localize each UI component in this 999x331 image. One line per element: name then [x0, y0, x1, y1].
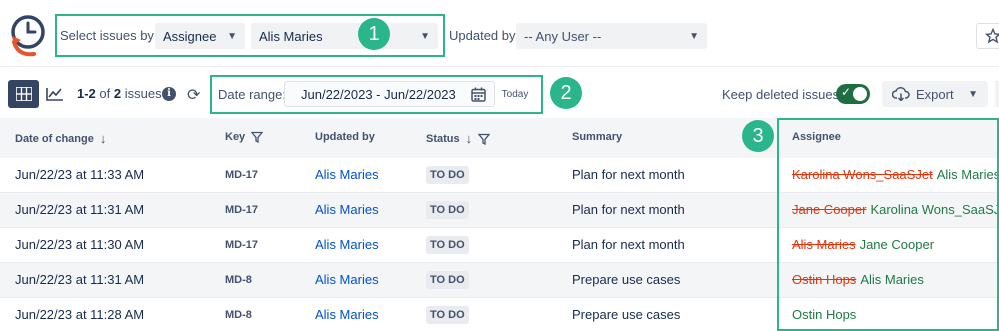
header-status[interactable]: Status ↓ [426, 131, 491, 146]
annotation-box-2 [210, 75, 543, 114]
header-date-of-change[interactable]: Date of change ↓ [15, 131, 106, 146]
cell-key[interactable]: MD-8 [225, 309, 252, 321]
updated-by-dropdown[interactable]: -- Any User -- ▼ [516, 23, 707, 49]
export-button[interactable]: Export ▼ [882, 81, 988, 107]
cell-date: Jun/22/23 at 11:28 AM [15, 307, 145, 322]
header-summary[interactable]: Summary [572, 131, 622, 143]
annotation-badge-1: 1 [358, 18, 390, 50]
sort-down-icon[interactable]: ↓ [100, 131, 107, 146]
issue-count-total: 2 [113, 86, 122, 101]
cell-updated-by[interactable]: Alis Maries [315, 272, 379, 287]
annotation-badge-3: 3 [742, 120, 774, 152]
cell-summary: Prepare use cases [572, 272, 681, 287]
issue-count-suffix: issues [124, 86, 162, 101]
cell-date: Jun/22/23 at 11:33 AM [15, 167, 145, 182]
export-label: Export [916, 86, 954, 102]
header-summary-label: Summary [572, 131, 623, 143]
cell-summary: Plan for next month [572, 167, 685, 182]
star-icon [985, 28, 999, 44]
cell-key[interactable]: MD-17 [225, 239, 258, 251]
status-badge: TO DO [426, 306, 469, 324]
cell-summary: Prepare use cases [572, 307, 681, 322]
cell-date: Jun/22/23 at 11:31 AM [15, 202, 145, 217]
check-icon: ✓ [841, 85, 852, 99]
header-updated-by[interactable]: Updated by [315, 131, 375, 143]
status-badge: TO DO [426, 236, 469, 254]
filter-icon[interactable] [478, 133, 491, 145]
header-divider [0, 66, 999, 67]
favorite-button[interactable] [976, 23, 999, 49]
chevron-down-icon: ▼ [689, 30, 699, 42]
annotation-box-3 [777, 118, 999, 331]
chevron-down-icon: ▼ [968, 88, 978, 100]
filter-icon[interactable] [251, 131, 264, 143]
cell-date: Jun/22/23 at 11:31 AM [15, 272, 145, 287]
overflow-button[interactable] [995, 81, 999, 107]
header-updated-by-label: Updated by [315, 131, 375, 143]
updated-by-value: -- Any User -- [524, 28, 602, 44]
cell-updated-by[interactable]: Alis Maries [315, 202, 379, 217]
cell-date: Jun/22/23 at 11:30 AM [15, 237, 145, 252]
cell-key[interactable]: MD-17 [225, 169, 258, 181]
header-date-label: Date of change [15, 132, 94, 145]
updated-by-label: Updated by: [449, 28, 520, 43]
cell-updated-by[interactable]: Alis Maries [315, 237, 379, 252]
keep-deleted-label: Keep deleted issues [722, 87, 840, 102]
grid-view-icon [16, 87, 32, 101]
grid-view-button[interactable] [8, 80, 39, 108]
header-key-label: Key [225, 131, 246, 143]
issue-count-of: of [99, 86, 111, 101]
issue-count-range: 1-2 [77, 86, 96, 101]
status-badge: TO DO [426, 166, 469, 184]
sort-down-icon[interactable]: ↓ [466, 131, 473, 146]
app-logo-icon [11, 15, 45, 57]
status-badge: TO DO [426, 201, 469, 219]
cell-key[interactable]: MD-17 [225, 204, 258, 216]
refresh-icon[interactable]: ⟳ [187, 85, 200, 105]
toggle-knob [853, 87, 867, 101]
export-cloud-icon [892, 87, 910, 101]
cell-summary: Plan for next month [572, 202, 685, 217]
header-status-label: Status [426, 132, 460, 145]
cell-summary: Plan for next month [572, 237, 685, 252]
chart-view-icon [46, 88, 63, 101]
cell-updated-by[interactable]: Alis Maries [315, 307, 379, 322]
annotation-badge-2: 2 [550, 77, 582, 109]
info-icon[interactable]: i [162, 87, 176, 101]
status-badge: TO DO [426, 271, 469, 289]
chart-view-button[interactable] [40, 80, 70, 108]
cell-updated-by[interactable]: Alis Maries [315, 167, 379, 182]
issue-count: 1-2 of 2 issues [77, 86, 162, 101]
keep-deleted-toggle[interactable]: ✓ [836, 84, 870, 104]
cell-key[interactable]: MD-8 [225, 274, 252, 286]
header-key[interactable]: Key [225, 131, 264, 143]
